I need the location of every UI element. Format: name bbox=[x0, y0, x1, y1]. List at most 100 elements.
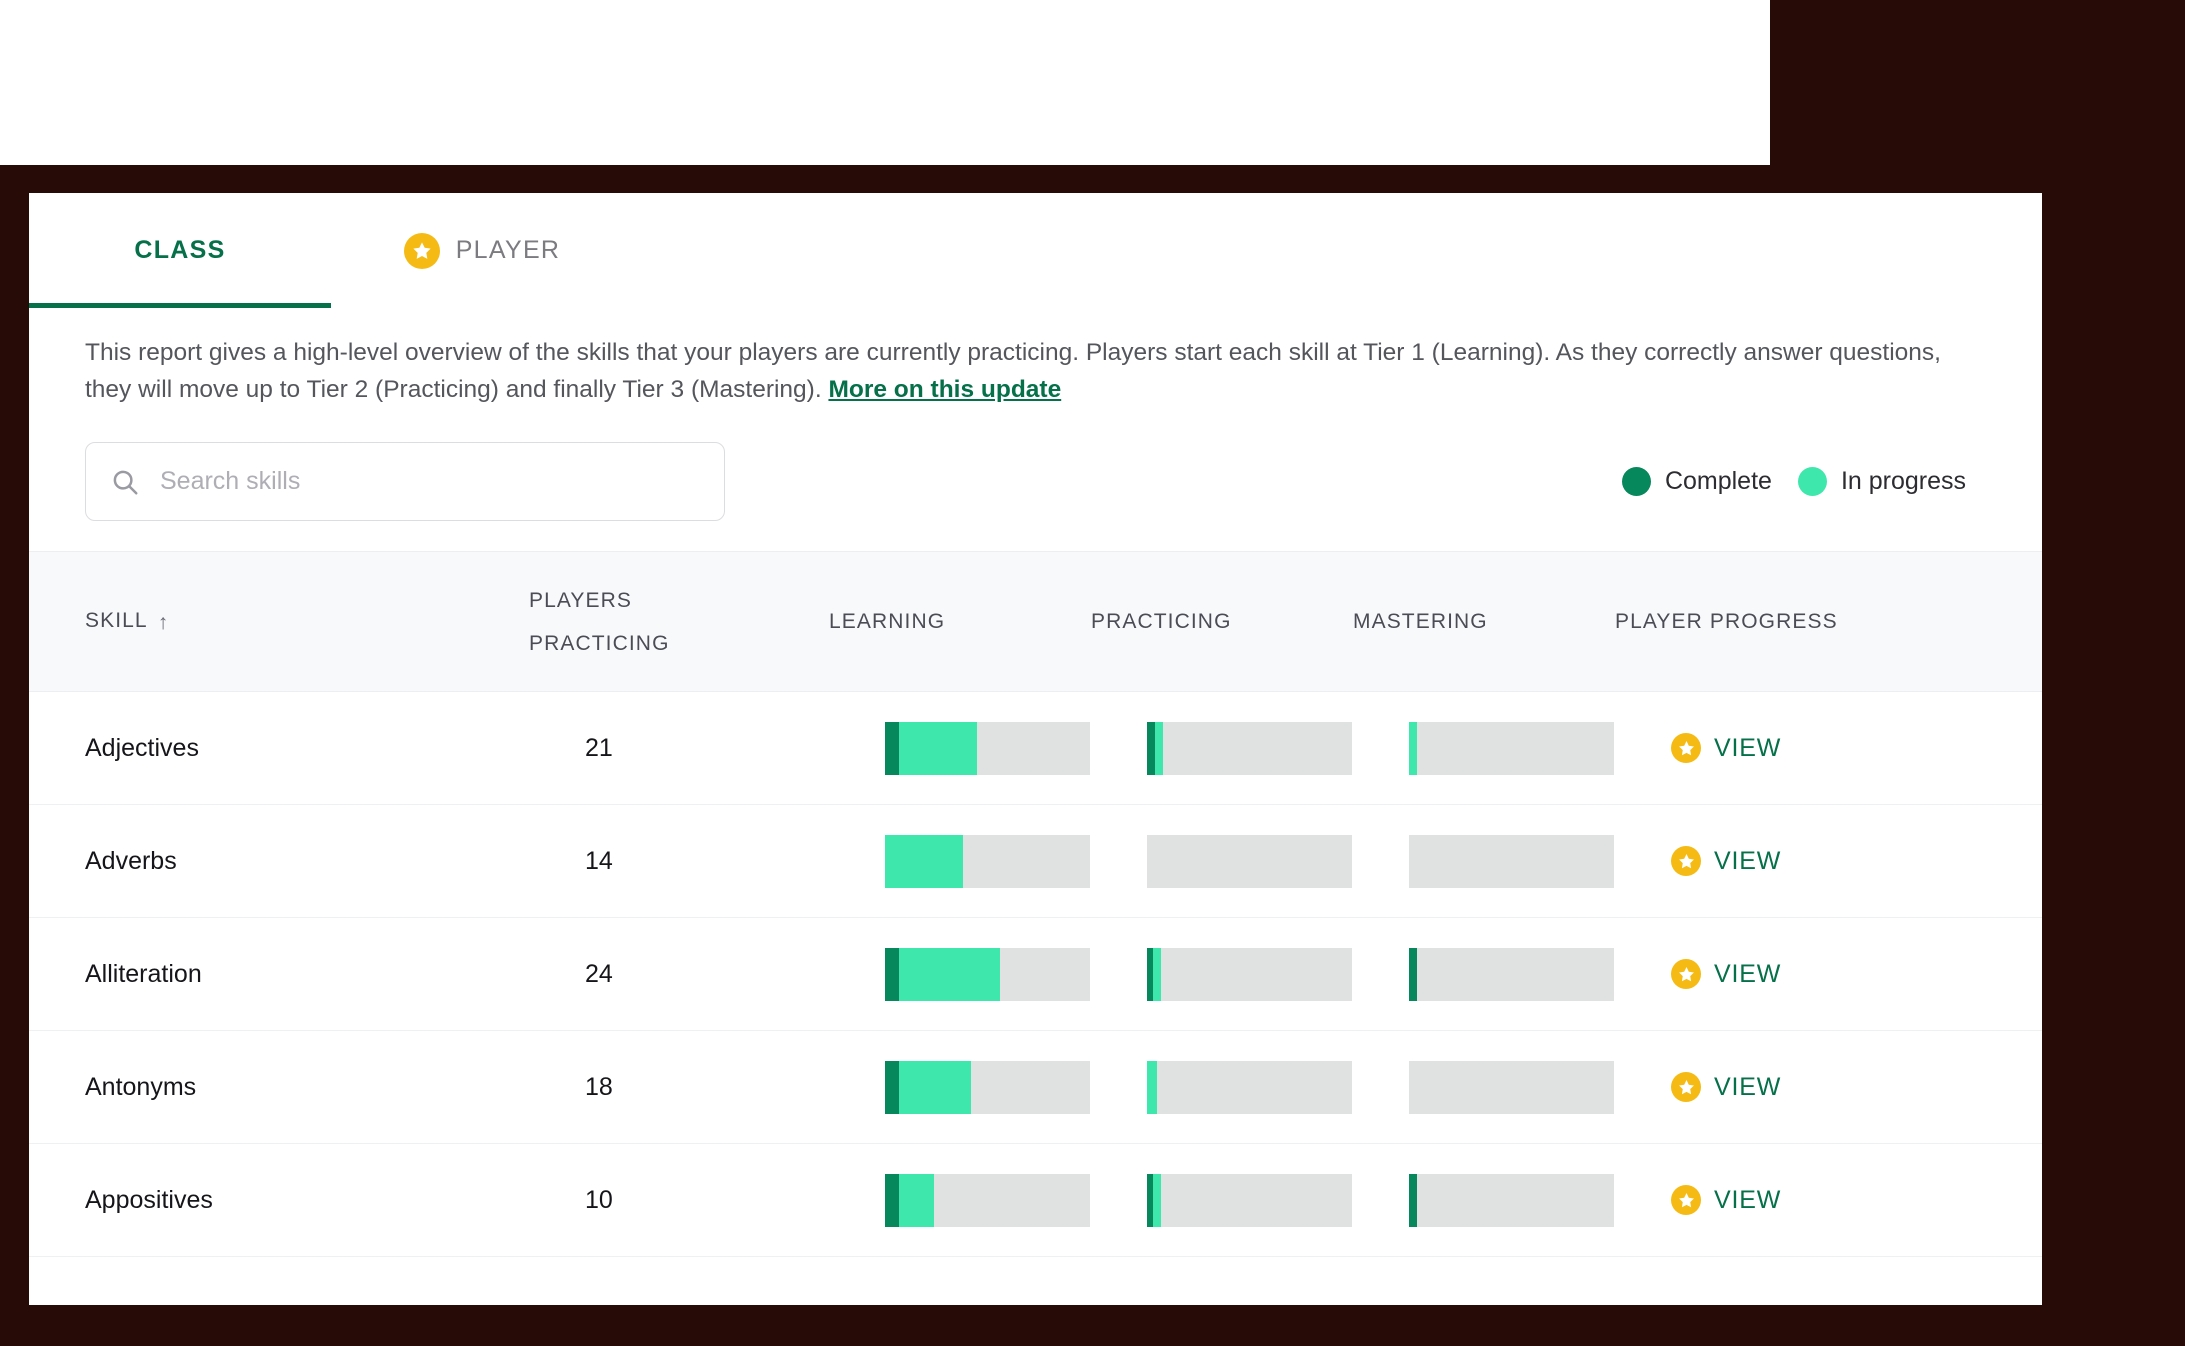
bar-segment-in-progress bbox=[1409, 722, 1417, 775]
legend-label-in-progress: In progress bbox=[1841, 467, 1966, 496]
cell-practicing bbox=[1147, 1174, 1409, 1227]
cell-mastering bbox=[1409, 835, 1671, 888]
bar-legend: Complete In progress bbox=[1622, 467, 1966, 496]
progress-bar-practicing bbox=[1147, 1174, 1352, 1227]
tab-player[interactable]: PLAYER bbox=[331, 193, 633, 308]
legend-dot-in-progress bbox=[1798, 467, 1827, 496]
tab-class[interactable]: CLASS bbox=[29, 193, 331, 308]
table-header-row: SKILL ↑ PLAYERS PRACTICING LEARNING PRACT… bbox=[29, 551, 2042, 692]
table-row: Adverbs14VIEW bbox=[29, 805, 2042, 918]
cell-learning bbox=[885, 835, 1147, 888]
view-player-progress-button[interactable]: VIEW bbox=[1671, 846, 1781, 876]
column-header-players-practicing[interactable]: PLAYERS PRACTICING bbox=[529, 579, 829, 665]
bar-segment-in-progress bbox=[1155, 722, 1163, 775]
progress-bar-mastering bbox=[1409, 722, 1614, 775]
cell-mastering bbox=[1409, 948, 1671, 1001]
cell-players-practicing: 21 bbox=[585, 734, 885, 763]
sort-ascending-icon[interactable]: ↑ bbox=[158, 611, 170, 635]
cell-player-progress: VIEW bbox=[1671, 959, 2031, 989]
skills-report-card: CLASS PLAYER This report gives a high-le… bbox=[29, 193, 2042, 1305]
report-description: This report gives a high-level overview … bbox=[85, 334, 1986, 408]
cell-skill-name: Antonyms bbox=[29, 1073, 585, 1102]
cell-players-practicing: 18 bbox=[585, 1073, 885, 1102]
legend-dot-complete bbox=[1622, 467, 1651, 496]
column-header-skill-label: SKILL bbox=[85, 609, 148, 632]
cell-practicing bbox=[1147, 948, 1409, 1001]
page-backdrop: CLASS PLAYER This report gives a high-le… bbox=[0, 0, 2185, 1346]
cell-learning bbox=[885, 1061, 1147, 1114]
cell-skill-name: Appositives bbox=[29, 1186, 585, 1215]
star-icon bbox=[1671, 846, 1701, 876]
cell-mastering bbox=[1409, 722, 1671, 775]
star-icon bbox=[1671, 1185, 1701, 1215]
column-header-player-progress: PLAYER PROGRESS bbox=[1615, 610, 1975, 634]
table-row: Antonyms18 VIEW bbox=[29, 1031, 2042, 1144]
more-on-this-update-link[interactable]: More on this update bbox=[828, 376, 1061, 403]
bar-segment-complete bbox=[885, 1061, 899, 1114]
browser-content-top-strip bbox=[0, 0, 1770, 165]
progress-bar-mastering bbox=[1409, 1174, 1614, 1227]
progress-bar-mastering bbox=[1409, 835, 1614, 888]
view-label: VIEW bbox=[1714, 847, 1781, 876]
cell-players-practicing: 10 bbox=[585, 1186, 885, 1215]
cell-practicing bbox=[1147, 722, 1409, 775]
cell-players-practicing: 24 bbox=[585, 960, 885, 989]
bar-segment-in-progress bbox=[899, 1174, 934, 1227]
view-player-progress-button[interactable]: VIEW bbox=[1671, 1185, 1781, 1215]
view-label: VIEW bbox=[1714, 960, 1781, 989]
tab-active-underline bbox=[29, 303, 331, 308]
view-label: VIEW bbox=[1714, 734, 1781, 763]
cell-player-progress: VIEW bbox=[1671, 846, 2031, 876]
cell-mastering bbox=[1409, 1174, 1671, 1227]
progress-bar-learning bbox=[885, 948, 1090, 1001]
progress-bar-practicing bbox=[1147, 948, 1352, 1001]
search-input[interactable] bbox=[158, 466, 700, 497]
cell-learning bbox=[885, 948, 1147, 1001]
column-header-players-line1: PLAYERS bbox=[529, 579, 829, 622]
bar-segment-in-progress bbox=[1153, 948, 1161, 1001]
bar-segment-complete bbox=[885, 1174, 899, 1227]
legend-item-complete: Complete bbox=[1622, 467, 1772, 496]
column-header-players-line2: PRACTICING bbox=[529, 622, 829, 665]
progress-bar-mastering bbox=[1409, 948, 1614, 1001]
cell-player-progress: VIEW bbox=[1671, 1072, 2031, 1102]
progress-bar-learning bbox=[885, 1174, 1090, 1227]
star-icon bbox=[1671, 733, 1701, 763]
column-header-learning[interactable]: LEARNING bbox=[829, 610, 1091, 634]
bar-segment-complete bbox=[1147, 722, 1155, 775]
column-header-practicing[interactable]: PRACTICING bbox=[1091, 610, 1353, 634]
search-skills-box[interactable] bbox=[85, 442, 725, 521]
bar-segment-complete bbox=[1409, 948, 1417, 1001]
view-player-progress-button[interactable]: VIEW bbox=[1671, 1072, 1781, 1102]
tab-player-label: PLAYER bbox=[456, 236, 561, 265]
tab-class-label: CLASS bbox=[134, 236, 225, 265]
report-tabs: CLASS PLAYER bbox=[29, 193, 2042, 308]
skills-table: SKILL ↑ PLAYERS PRACTICING LEARNING PRACT… bbox=[29, 551, 2042, 1257]
cell-mastering bbox=[1409, 1061, 1671, 1114]
view-player-progress-button[interactable]: VIEW bbox=[1671, 733, 1781, 763]
cell-skill-name: Alliteration bbox=[29, 960, 585, 989]
progress-bar-practicing bbox=[1147, 722, 1352, 775]
controls-row: Complete In progress bbox=[85, 442, 1986, 521]
table-row: Appositives10 VIEW bbox=[29, 1144, 2042, 1257]
bar-segment-in-progress bbox=[899, 948, 999, 1001]
bar-segment-in-progress bbox=[1147, 1061, 1157, 1114]
bar-segment-in-progress bbox=[899, 722, 977, 775]
search-icon bbox=[110, 467, 140, 497]
column-header-skill[interactable]: SKILL ↑ bbox=[29, 609, 529, 635]
progress-bar-learning bbox=[885, 1061, 1090, 1114]
progress-bar-practicing bbox=[1147, 835, 1352, 888]
bar-segment-in-progress bbox=[885, 835, 963, 888]
view-player-progress-button[interactable]: VIEW bbox=[1671, 959, 1781, 989]
column-header-mastering[interactable]: MASTERING bbox=[1353, 610, 1615, 634]
table-body: Adjectives21VIEWAdverbs14VIEWAlliteratio… bbox=[29, 692, 2042, 1257]
bar-segment-complete bbox=[885, 948, 899, 1001]
progress-bar-learning bbox=[885, 722, 1090, 775]
cell-practicing bbox=[1147, 1061, 1409, 1114]
bar-segment-in-progress bbox=[1153, 1174, 1161, 1227]
view-label: VIEW bbox=[1714, 1186, 1781, 1215]
bar-segment-in-progress bbox=[899, 1061, 971, 1114]
cell-skill-name: Adjectives bbox=[29, 734, 585, 763]
star-icon bbox=[404, 233, 440, 269]
cell-skill-name: Adverbs bbox=[29, 847, 585, 876]
